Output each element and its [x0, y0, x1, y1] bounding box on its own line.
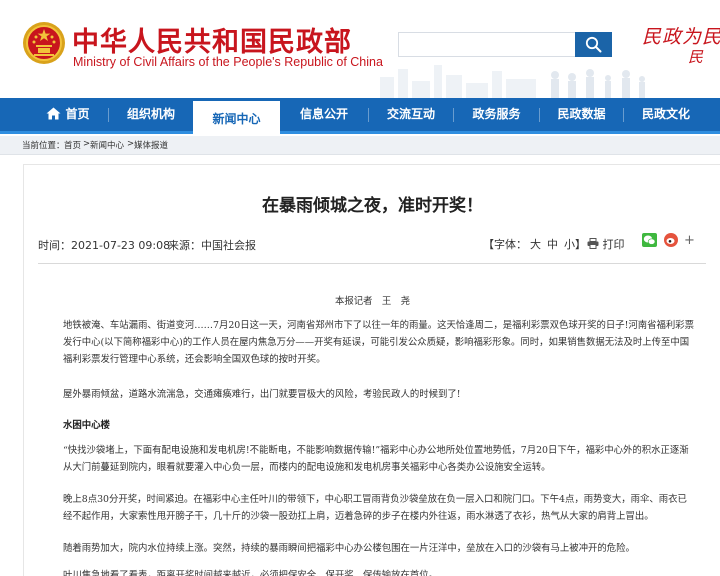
article-container: 在暴雨倾城之夜，准时开奖！ 时间：2021-07-23 09:08 来源：中国社…	[23, 164, 720, 576]
breadcrumb-prefix: 当前位置：	[22, 141, 65, 151]
wechat-share-icon[interactable]	[642, 233, 657, 247]
article-date: 时间：2021-07-23 09:08	[38, 237, 170, 253]
article-paragraph: 晚上8点30分开奖，时间紧迫。在福彩中心主任叶川的带领下，中心职工冒雨背负沙袋垒…	[63, 494, 687, 522]
font-size-medium[interactable]: 中	[547, 238, 558, 251]
font-size-small[interactable]: 小】	[564, 238, 586, 251]
site-title: 中华人民共和国民政部	[72, 27, 352, 58]
article-byline: 本报记者 王 尧	[334, 296, 410, 307]
article-paragraph: 叶川焦急地看了看表，距离开奖时间越来越近，必须把保安全、保开奖、保传输放在首位。	[63, 570, 439, 576]
breadcrumb-home[interactable]: 首页	[64, 139, 81, 151]
nav-item-civil-affairs-culture[interactable]: 民政文化	[624, 98, 708, 131]
nav-item-government-services[interactable]: 政务服务	[454, 98, 539, 131]
site-header: 中华人民共和国民政部 Ministry of Civil Affairs of …	[0, 0, 720, 98]
nav-item-home[interactable]: 首页	[28, 98, 108, 131]
article-title: 在暴雨倾城之夜，准时开奖！	[262, 196, 483, 216]
breadcrumb-news-center[interactable]: 新闻中心	[90, 139, 124, 151]
font-size-label: 【字体：	[483, 238, 527, 251]
main-navigation: 首页 组织机构 新闻中心 信息公开 交流互动 政务服务 民政数据 民政文化	[0, 98, 720, 134]
search-input[interactable]	[398, 32, 576, 57]
slogan-calligraphy: 民政为民	[642, 26, 720, 48]
breadcrumb-media-reports[interactable]: 媒体报道	[134, 139, 168, 151]
article-tools: 【字体：大中小】	[483, 236, 589, 252]
printer-icon	[587, 238, 599, 249]
date-value: 2021-07-23 09:08	[71, 239, 171, 252]
article-paragraph: 随着雨势加大，院内水位持续上涨。突然，持续的暴雨瞬间把福彩中心办公楼包围在一片汪…	[63, 543, 635, 554]
nav-item-news-center[interactable]: 新闻中心	[193, 98, 280, 134]
font-size-large[interactable]: 大	[530, 238, 541, 251]
breadcrumb: 当前位置： 首页 > 新闻中心 > 媒体报道	[0, 136, 720, 155]
article-paragraph: 屋外暴雨倾盆，道路水流湍急，交通瘫痪难行，出门就要冒极大的风险，考验民政人的时候…	[63, 389, 461, 400]
print-button[interactable]: 打印	[587, 236, 625, 252]
nav-item-organization[interactable]: 组织机构	[109, 98, 193, 131]
nav-item-interaction[interactable]: 交流互动	[369, 98, 453, 131]
more-share-button[interactable]: +	[684, 233, 695, 248]
article-subheading: 水困中心楼	[63, 420, 110, 431]
city-skyline-illustration	[380, 65, 645, 98]
weibo-share-icon[interactable]	[664, 233, 678, 247]
nav-item-civil-affairs-data[interactable]: 民政数据	[540, 98, 623, 131]
article-source: 来源：中国社会报	[168, 237, 256, 253]
print-label: 打印	[602, 238, 625, 251]
site-title-english: Ministry of Civil Affairs of the People'…	[73, 55, 383, 69]
article-paragraph: 地铁被淹、车站漏雨、街道变河……7月20日这一天，河南省郑州市下了以往一年的雨量…	[63, 320, 695, 365]
nav-item-label: 首页	[65, 107, 90, 121]
slogan-calligraphy-second-line: 民	[688, 48, 704, 66]
article-paragraph: “快找沙袋堵上，下面有配电设施和发电机房!不能断电，不能影响数据传输!”福彩中心…	[63, 445, 689, 473]
national-emblem-icon	[23, 22, 65, 64]
search-button[interactable]	[575, 32, 612, 57]
source-label: 来源：	[168, 239, 201, 252]
search-icon	[585, 36, 602, 53]
article-divider	[38, 263, 706, 264]
source-value: 中国社会报	[201, 239, 256, 252]
date-label: 时间：	[38, 239, 71, 252]
home-icon	[46, 107, 61, 119]
nav-item-information-disclosure[interactable]: 信息公开	[280, 98, 368, 131]
